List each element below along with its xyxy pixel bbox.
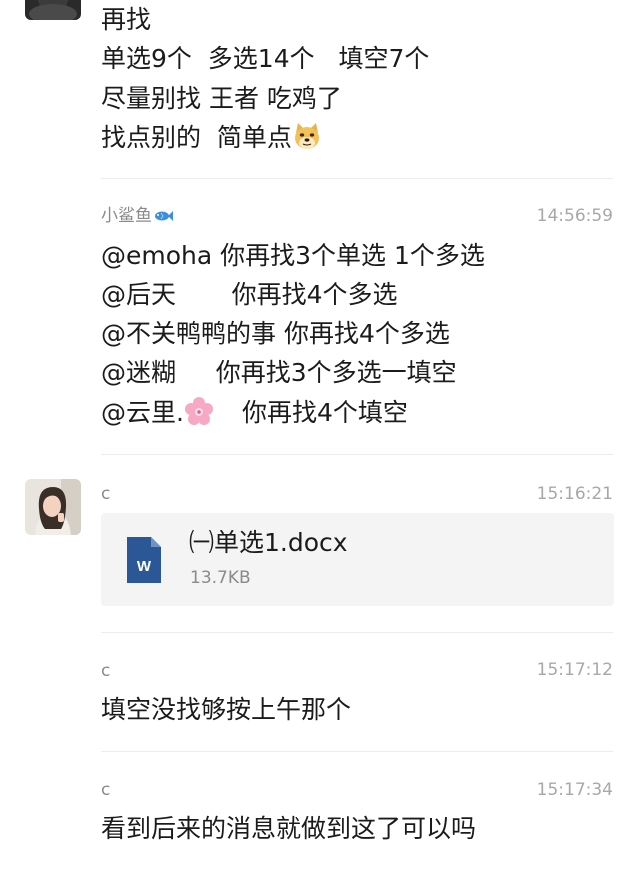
mention-text: @云里. xyxy=(101,398,184,427)
message-1-line-1: 再找 xyxy=(101,5,152,34)
message-2-line-5-suffix: 你再找4个填空 xyxy=(241,398,408,427)
sender-name: 小鲨鱼 xyxy=(101,206,152,226)
message-divider xyxy=(101,632,613,633)
message-2-sender: 小鲨鱼 xyxy=(101,205,173,229)
avatar-c[interactable] xyxy=(25,479,81,535)
message-1-line-2: 单选9个 多选14个 填空7个 xyxy=(101,44,430,73)
message-2-line-1: @emoha 你再找3个单选 1个多选 xyxy=(101,241,485,270)
message-2-line-2: @后天 你再找4个多选 xyxy=(101,280,398,309)
fish-emoji-icon xyxy=(153,207,173,229)
message-1-line-3: 尽量别找 王者 吃鸡了 xyxy=(101,84,342,113)
file-size: 13.7KB xyxy=(190,568,251,588)
cherry-blossom-emoji-icon xyxy=(184,396,214,434)
message-divider xyxy=(101,178,613,179)
message-divider xyxy=(101,454,613,455)
message-2-line-4: @迷糊 你再找3个多选一填空 xyxy=(101,358,457,387)
message-5-text: 看到后来的消息就做到这了可以吗 xyxy=(101,814,477,843)
file-name: ㈠单选1.docx xyxy=(189,528,348,557)
word-document-icon: W xyxy=(127,537,161,587)
message-4-time: 15:17:12 xyxy=(536,660,613,680)
message-5-time: 15:17:34 xyxy=(536,780,613,800)
message-4-text: 填空没找够按上午那个 xyxy=(101,695,352,724)
message-3-sender: c xyxy=(101,484,111,504)
message-1-line-4: 找点别的 简单点 xyxy=(101,121,322,159)
message-5-sender: c xyxy=(101,780,111,800)
message-2-time: 14:56:59 xyxy=(536,206,613,226)
message-1-line-4-text: 找点别的 简单点 xyxy=(101,123,292,152)
message-4-sender: c xyxy=(101,661,111,681)
file-attachment-card[interactable]: W ㈠单选1.docx 13.7KB xyxy=(101,513,614,606)
message-3-time: 15:16:21 xyxy=(536,484,613,504)
word-icon-letter: W xyxy=(137,558,152,575)
message-2-line-3: @不关鸭鸭的事 你再找4个多选 xyxy=(101,319,450,348)
doge-emoji-icon xyxy=(292,121,322,159)
message-2-line-5: @云里. 你再找4个填空 xyxy=(101,396,408,434)
message-divider xyxy=(101,751,613,752)
avatar-top[interactable] xyxy=(25,0,81,20)
